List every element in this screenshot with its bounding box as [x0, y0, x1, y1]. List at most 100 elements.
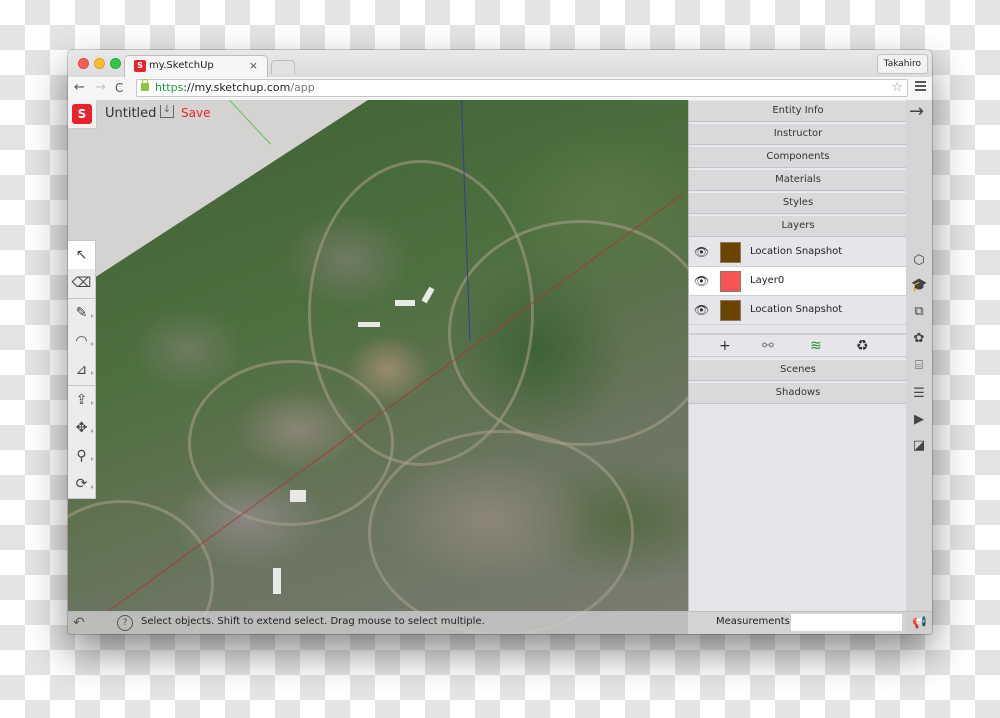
building — [290, 490, 306, 502]
panel-instructor[interactable]: Instructor — [689, 123, 907, 145]
measurements-input[interactable] — [791, 614, 902, 631]
add-layer-icon[interactable]: + — [719, 337, 731, 355]
minimize-window-button[interactable] — [94, 58, 105, 69]
layers-icon[interactable]: ☰ — [911, 386, 927, 402]
url-path: /app — [290, 81, 315, 94]
save-icon[interactable]: ↓ — [160, 105, 174, 118]
visibility-eye-icon[interactable]: 👁 — [694, 274, 709, 288]
url-separator: :// — [183, 81, 195, 94]
collapse-panel-arrow-icon[interactable]: → — [909, 102, 924, 122]
tab-bar: S my.SketchUp × Takahiro — [68, 50, 932, 77]
layer-name: Layer0 — [750, 275, 785, 286]
bookmark-star-icon[interactable]: ☆ — [891, 80, 903, 96]
visibility-eye-icon[interactable]: 👁 — [694, 245, 709, 259]
layer-color-swatch[interactable] — [720, 300, 741, 321]
reload-icon[interactable]: C — [115, 79, 123, 97]
eraser-icon: ⌫ — [71, 275, 92, 291]
layer-row[interactable]: 👁 Layer0 — [689, 267, 907, 296]
url-host: my.sketchup.com — [194, 81, 291, 94]
browser-tab[interactable]: S my.SketchUp × — [124, 55, 268, 77]
select-arrow-icon: ↖ — [75, 247, 88, 263]
layer-name: Location Snapshot — [750, 246, 843, 257]
tool-select[interactable]: ↖ — [68, 241, 95, 269]
sketchup-menu-button[interactable]: S — [68, 100, 97, 129]
status-bar: ↶ ↷ ? Select objects. Shift to extend se… — [68, 611, 932, 634]
layer-color-swatch[interactable] — [720, 271, 741, 292]
redo-icon[interactable]: ↷ — [94, 615, 106, 631]
tool-rectangle[interactable]: ⊿ — [68, 356, 95, 384]
components-icon[interactable]: ⧉ — [911, 304, 927, 320]
rectangle-icon: ⊿ — [75, 362, 88, 378]
tool-pencil[interactable]: ✎ — [68, 299, 95, 327]
panel-scenes[interactable]: Scenes — [689, 359, 907, 381]
panel-tray: → ⬡ 🎓 ⧉ ✿ ⌸ ☰ ▶ ◪ — [906, 100, 932, 634]
close-window-button[interactable] — [78, 58, 89, 69]
scenes-icon[interactable]: ▶ — [911, 412, 927, 428]
entity-info-icon[interactable]: ⬡ — [911, 253, 927, 269]
profile-button[interactable]: Takahiro — [876, 54, 928, 74]
zoom-window-button[interactable] — [110, 58, 121, 69]
sketchup-app: S Untitled ↓ Save ↖ ⌫ ✎ ◠ ⊿ ⇪ ✥ ⚲ ⟳ Enti… — [68, 100, 932, 634]
layer-actions-bar: + ⚯ ≋ ♻ — [689, 333, 907, 357]
panel-components[interactable]: Components — [689, 146, 907, 168]
panel-shadows[interactable]: Shadows — [689, 382, 907, 404]
visibility-eye-icon[interactable]: 👁 — [694, 303, 709, 317]
materials-icon[interactable]: ✿ — [911, 331, 927, 347]
pencil-icon: ✎ — [75, 305, 88, 321]
tool-move[interactable]: ✥ — [68, 414, 95, 442]
panel-entity-info[interactable]: Entity Info — [689, 100, 907, 122]
back-icon[interactable]: ← — [74, 79, 85, 97]
building — [395, 300, 415, 306]
instructor-icon[interactable]: 🎓 — [911, 278, 927, 294]
forward-icon[interactable]: → — [95, 79, 106, 97]
flyout-arrow-icon — [91, 371, 94, 375]
road — [368, 430, 634, 634]
tool-palette: ↖ ⌫ ✎ ◠ ⊿ ⇪ ✥ ⚲ ⟳ — [68, 240, 96, 499]
url-text: https://my.sketchup.com/app — [155, 81, 315, 95]
layer-row[interactable]: 👁 Location Snapshot — [689, 238, 907, 267]
layer-row[interactable]: 👁 Location Snapshot — [689, 296, 907, 325]
undo-icon[interactable]: ↶ — [73, 615, 85, 631]
tool-tape-measure[interactable]: ⚲ — [68, 442, 95, 470]
tab-close-icon[interactable]: × — [249, 59, 258, 72]
document-title[interactable]: Untitled — [105, 106, 156, 121]
push-pull-icon: ⇪ — [75, 392, 88, 408]
flyout-arrow-icon — [91, 401, 94, 405]
recycle-icon[interactable]: ♻ — [856, 337, 869, 355]
save-button[interactable]: Save — [181, 106, 210, 120]
announcements-megaphone-icon[interactable]: 📢 — [912, 615, 927, 629]
tool-eraser[interactable]: ⌫ — [68, 269, 95, 297]
purge-layers-icon[interactable]: ⚯ — [762, 337, 774, 355]
navigation-bar: ← → C https://my.sketchup.com/app ☆ — [68, 77, 932, 101]
browser-window: S my.SketchUp × Takahiro ← → C https://m… — [68, 50, 932, 634]
orbit-icon: ⟳ — [75, 476, 88, 492]
sketchup-favicon-icon: S — [134, 60, 146, 72]
panel-styles[interactable]: Styles — [689, 192, 907, 214]
right-panel: Entity Info Instructor Components Materi… — [688, 100, 907, 611]
panel-materials[interactable]: Materials — [689, 169, 907, 191]
styles-icon[interactable]: ⌸ — [911, 358, 927, 374]
layer-color-swatch[interactable] — [720, 242, 741, 263]
tool-arc[interactable]: ◠ — [68, 327, 95, 355]
model-viewport[interactable]: S Untitled ↓ Save ↖ ⌫ ✎ ◠ ⊿ ⇪ ✥ ⚲ ⟳ — [68, 100, 688, 634]
building — [273, 568, 281, 594]
arc-icon: ◠ — [75, 333, 88, 349]
tool-orbit[interactable]: ⟳ — [68, 470, 95, 498]
panel-layers[interactable]: Layers — [689, 215, 907, 237]
browser-menu-icon[interactable] — [915, 81, 926, 91]
address-bar[interactable]: https://my.sketchup.com/app ☆ — [136, 79, 908, 97]
flyout-arrow-icon — [91, 429, 94, 433]
color-by-layer-icon[interactable]: ≋ — [810, 337, 822, 355]
url-scheme: https — [155, 81, 184, 94]
status-message: Select objects. Shift to extend select. … — [141, 616, 485, 627]
layer-name: Location Snapshot — [750, 304, 843, 315]
move-icon: ✥ — [75, 420, 88, 436]
flyout-arrow-icon — [91, 457, 94, 461]
tool-push-pull[interactable]: ⇪ — [68, 386, 95, 414]
lock-icon — [141, 79, 149, 91]
measurements-label: Measurements — [716, 616, 790, 627]
shadows-icon[interactable]: ◪ — [911, 438, 927, 454]
help-icon[interactable]: ? — [117, 615, 133, 631]
sketchup-logo-icon: S — [72, 104, 92, 124]
new-tab-button[interactable] — [271, 60, 295, 74]
